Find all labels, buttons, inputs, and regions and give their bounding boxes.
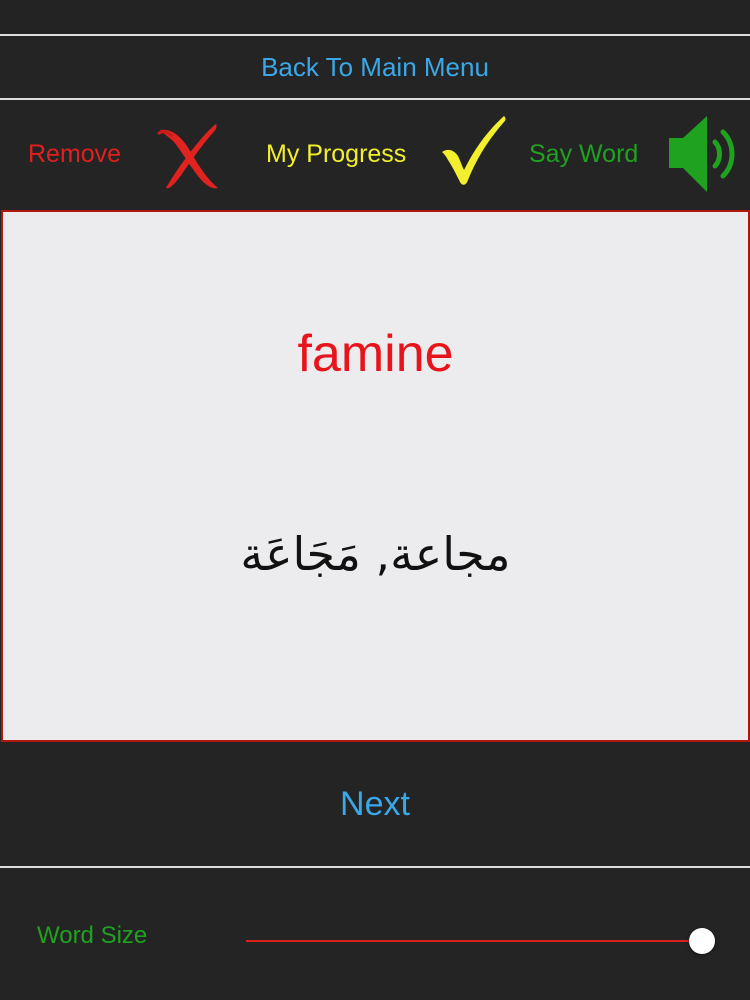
remove-button[interactable]: Remove (28, 100, 218, 208)
arabic-translation: مجاعة, مَجَاعَة (240, 527, 511, 581)
flashcard-screen: Back To Main Menu Remove My Progress Say… (0, 0, 750, 1000)
back-bar: Back To Main Menu (0, 36, 750, 98)
word-size-label: Word Size (37, 922, 148, 949)
slider-thumb[interactable] (689, 928, 715, 954)
slider-fill (246, 940, 702, 942)
english-word: famine (297, 325, 454, 383)
progress-label: My Progress (266, 139, 407, 168)
yellow-check-icon (442, 116, 506, 185)
say-word-label: Say Word (529, 139, 639, 168)
top-strip (0, 0, 750, 34)
flashcard: famine مجاعة, مَجَاعَة (1, 210, 750, 742)
remove-label: Remove (28, 139, 122, 168)
back-to-main-menu-button[interactable]: Back To Main Menu (261, 52, 489, 83)
next-bar: Next (0, 742, 750, 866)
divider-bottom (0, 866, 750, 868)
next-button[interactable]: Next (340, 785, 410, 824)
word-size-slider[interactable] (246, 922, 716, 962)
toolbar: Remove My Progress Say Word (0, 100, 750, 208)
speaker-icon (669, 116, 735, 192)
red-x-icon (156, 124, 218, 189)
say-word-button[interactable]: Say Word (529, 100, 735, 208)
my-progress-button[interactable]: My Progress (266, 100, 506, 208)
